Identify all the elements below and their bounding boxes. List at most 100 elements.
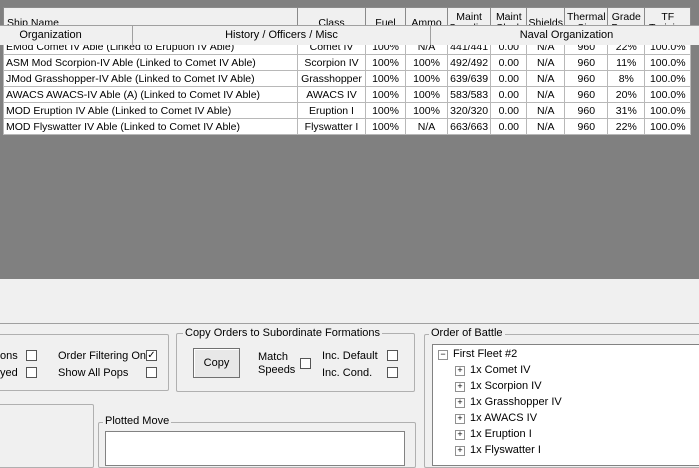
table-row[interactable]: MOD Flyswatter IV Able (Linked to Comet …	[3, 118, 692, 135]
match-speeds-label: Match Speeds	[258, 351, 296, 376]
plus-box-icon[interactable]: +	[455, 430, 465, 440]
tab-naval-label: Naval Organization	[519, 29, 614, 41]
table-cell: MOD Flyswatter IV Able (Linked to Comet …	[3, 118, 298, 135]
tab-strip	[0, 279, 699, 324]
table-cell: JMod Grasshopper-IV Able (Linked to Come…	[3, 70, 298, 87]
table-row[interactable]: AWACS AWACS-IV Able (A) (Linked to Comet…	[3, 86, 692, 103]
table-cell: 100%	[365, 102, 406, 119]
inc-cond-checkbox[interactable]	[387, 367, 398, 378]
table-cell: 100.0%	[644, 102, 692, 119]
table-cell: 639/639	[446, 70, 492, 87]
table-cell: Eruption I	[297, 102, 366, 119]
table-cell: Scorpion IV	[297, 54, 366, 71]
table-cell: 100%	[365, 70, 406, 87]
tree-node-ship-class[interactable]: 1x Grasshopper IV	[470, 396, 562, 408]
table-cell: 20%	[607, 86, 646, 103]
table-row[interactable]: JMod Grasshopper-IV Able (Linked to Come…	[3, 70, 692, 87]
show-all-pops-label: Show All Pops	[58, 367, 129, 379]
filters-group	[0, 334, 169, 391]
tree-node-ship-class[interactable]: 1x Scorpion IV	[470, 380, 542, 392]
table-cell: 100%	[405, 54, 448, 71]
table-cell: 11%	[607, 54, 646, 71]
left-lower-group	[0, 404, 94, 468]
table-cell: ASM Mod Scorpion-IV Able (Linked to Come…	[3, 54, 298, 71]
table-cell: AWACS IV	[297, 86, 366, 103]
tree-node-ship-class[interactable]: 1x Eruption I	[470, 428, 532, 440]
plus-box-icon[interactable]: +	[455, 382, 465, 392]
table-cell: 100%	[365, 86, 406, 103]
table-cell: 960	[564, 118, 609, 135]
table-cell: 100%	[405, 86, 448, 103]
tab-naval-organization[interactable]: Naval Organization	[430, 25, 699, 45]
table-cell: 8%	[607, 70, 646, 87]
table-cell: 583/583	[446, 86, 492, 103]
filter-row2-checkbox[interactable]	[26, 367, 37, 378]
table-cell: 100.0%	[644, 54, 692, 71]
inc-default-label: Inc. Default	[322, 350, 378, 362]
table-cell: AWACS AWACS-IV Able (A) (Linked to Comet…	[3, 86, 298, 103]
plotted-move-list[interactable]	[105, 431, 405, 466]
table-cell: 100.0%	[644, 70, 692, 87]
plus-box-icon[interactable]: +	[455, 414, 465, 424]
match-speeds-checkbox[interactable]	[300, 358, 311, 369]
show-all-pops-checkbox[interactable]	[146, 367, 157, 378]
plus-box-icon[interactable]: +	[455, 398, 465, 408]
table-cell: N/A	[526, 70, 566, 87]
copy-button[interactable]: Copy	[193, 348, 240, 378]
table-cell: 960	[564, 70, 609, 87]
plus-box-icon[interactable]: +	[455, 446, 465, 456]
table-cell: 663/663	[446, 118, 492, 135]
table-cell: 0.00	[490, 70, 528, 87]
check-icon: ✓	[147, 350, 156, 361]
table-cell: 960	[564, 102, 609, 119]
table-cell: 100.0%	[644, 118, 692, 135]
tab-organization[interactable]: Organization	[0, 25, 133, 45]
copy-button-label: Copy	[203, 357, 230, 369]
minus-box-icon[interactable]: −	[438, 350, 448, 360]
order-filtering-label: Order Filtering On	[58, 350, 147, 362]
table-cell: N/A	[526, 118, 566, 135]
table-cell: 0.00	[490, 86, 528, 103]
tree-node-ship-class[interactable]: 1x Flyswatter I	[470, 444, 541, 456]
tab-organization-label: Organization	[19, 29, 82, 41]
filter-row1-checkbox[interactable]	[26, 350, 37, 361]
order-of-battle-tree[interactable]: − First Fleet #2 +1x Comet IV +1x Scorpio…	[432, 344, 699, 466]
table-cell: 100.0%	[644, 86, 692, 103]
inc-default-checkbox[interactable]	[387, 350, 398, 361]
filter-row2-label: yed	[0, 367, 18, 379]
table-cell: 100%	[405, 70, 448, 87]
tree-node-fleet[interactable]: First Fleet #2	[453, 348, 517, 360]
plus-box-icon[interactable]: +	[455, 366, 465, 376]
table-cell: N/A	[526, 86, 566, 103]
tab-history-label: History / Officers / Misc	[225, 29, 338, 41]
table-cell: 22%	[607, 118, 646, 135]
table-row[interactable]: MOD Eruption IV Able (Linked to Comet IV…	[3, 102, 692, 119]
order-filtering-checkbox[interactable]: ✓	[146, 350, 157, 361]
table-cell: 960	[564, 54, 609, 71]
table-cell: Flyswatter I	[297, 118, 366, 135]
table-cell: 100%	[365, 54, 406, 71]
tree-node-ship-class[interactable]: 1x Comet IV	[470, 364, 531, 376]
table-cell: 31%	[607, 102, 646, 119]
inc-cond-label: Inc. Cond.	[322, 367, 373, 379]
tab-divider	[0, 323, 699, 324]
table-cell: 0.00	[490, 54, 528, 71]
table-cell: 492/492	[446, 54, 492, 71]
table-cell: 100%	[365, 118, 406, 135]
copy-orders-title: Copy Orders to Subordinate Formations	[183, 327, 383, 339]
filter-row1-label: ons	[0, 350, 18, 362]
order-of-battle-title: Order of Battle	[429, 327, 505, 339]
table-cell: 960	[564, 86, 609, 103]
table-cell: 0.00	[490, 102, 528, 119]
table-cell: N/A	[526, 54, 566, 71]
table-cell: MOD Eruption IV Able (Linked to Comet IV…	[3, 102, 298, 119]
table-cell: 0.00	[490, 118, 528, 135]
table-cell: 100%	[405, 102, 448, 119]
tab-history-officers-misc[interactable]: History / Officers / Misc	[132, 25, 431, 45]
tree-node-ship-class[interactable]: 1x AWACS IV	[470, 412, 537, 424]
table-cell: N/A	[405, 118, 448, 135]
table-cell: Grasshopper	[297, 70, 366, 87]
table-row[interactable]: ASM Mod Scorpion-IV Able (Linked to Come…	[3, 54, 692, 71]
table-cell: 320/320	[446, 102, 492, 119]
plotted-move-title: Plotted Move	[103, 415, 172, 427]
